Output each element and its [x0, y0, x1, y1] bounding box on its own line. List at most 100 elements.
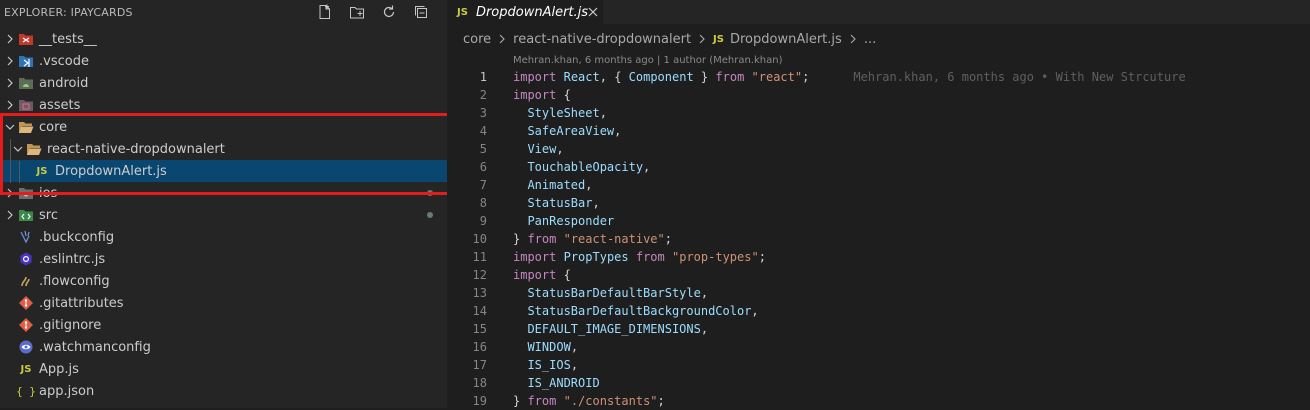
new-folder-button[interactable] [341, 1, 373, 23]
breadcrumb-react-native-dropdownalert[interactable]: react-native-dropdownalert [513, 32, 691, 47]
code-text[interactable]: } from "./constants"; [513, 392, 665, 410]
chevron-right-icon [497, 34, 507, 44]
code-line[interactable]: 14 StatusBarDefaultBackgroundColor, [447, 302, 1310, 320]
tree-item-android[interactable]: android [0, 72, 447, 94]
json-file-icon: { } [16, 384, 36, 398]
line-number: 9 [479, 214, 487, 228]
tab-dropdownalert-js[interactable]: JS DropdownAlert.js [447, 0, 603, 24]
code-line[interactable]: 13 StatusBarDefaultBarStyle, [447, 284, 1310, 302]
code-area[interactable]: 1 import React, { Component } from "react… [447, 68, 1310, 410]
code-line[interactable]: 18 IS_ANDROID [447, 374, 1310, 392]
refresh-button[interactable] [373, 1, 405, 23]
code-line[interactable]: 8 StatusBar, [447, 194, 1310, 212]
code-text[interactable]: import { [513, 266, 571, 284]
code-text[interactable]: import PropTypes from "prop-types"; [513, 248, 766, 266]
tree-item-gitattributes[interactable]: .gitattributes [0, 292, 447, 314]
tree-item-watchmanconfig[interactable]: .watchmanconfig [0, 336, 447, 358]
code-text[interactable]: Animated, [513, 176, 592, 194]
android-folder-icon [18, 75, 34, 91]
code-text[interactable]: IS_IOS, [513, 356, 578, 374]
code-text[interactable]: StyleSheet, [513, 104, 606, 122]
close-icon[interactable] [588, 4, 598, 20]
src-folder-icon [18, 207, 34, 223]
tree-item-label: react-native-dropdownalert [47, 141, 225, 157]
modified-indicator [427, 212, 433, 218]
tree-item-ios[interactable]: ios [0, 182, 447, 204]
code-text[interactable]: StatusBar, [513, 194, 599, 212]
new-file-button[interactable] [309, 1, 341, 23]
file-tree: __tests__ .vscode android assets core re… [0, 28, 447, 402]
code-line[interactable]: 9 PanResponder [447, 212, 1310, 230]
tree-item-react-native-dropdownalert[interactable]: react-native-dropdownalert [0, 138, 447, 160]
eslint-file-icon [18, 251, 34, 267]
tree-item-core[interactable]: core [0, 116, 447, 138]
code-text[interactable]: import { [513, 86, 571, 104]
tree-item-label: app.json [39, 383, 95, 399]
code-text[interactable]: StatusBarDefaultBackgroundColor, [513, 302, 758, 320]
code-line[interactable]: 10} from "react-native"; [447, 230, 1310, 248]
code-text[interactable]: DEFAULT_IMAGE_DIMENSIONS, [513, 320, 708, 338]
chevron-right-icon [2, 31, 18, 47]
tree-item-assets[interactable]: assets [0, 94, 447, 116]
tree-item-label: ios [39, 185, 58, 201]
code-line[interactable]: 17 IS_IOS, [447, 356, 1310, 374]
folder-open-icon [18, 119, 34, 135]
breadcrumb-core[interactable]: core [463, 32, 491, 47]
collapse-all-button[interactable] [405, 1, 437, 23]
tests-folder-icon [18, 31, 34, 47]
line-number: 18 [472, 376, 487, 390]
code-line[interactable]: 7 Animated, [447, 176, 1310, 194]
line-number: 14 [472, 304, 487, 318]
chevron-right-icon [2, 97, 18, 113]
tree-item-dropdownalert-js[interactable]: JS DropdownAlert.js [0, 160, 447, 182]
codelens-blame[interactable]: Mehran.khan, 6 months ago | 1 author (Me… [447, 54, 1310, 68]
vscode-folder-icon [18, 53, 34, 69]
code-text[interactable]: PanResponder [513, 212, 614, 230]
line-number: 11 [472, 250, 487, 264]
code-line[interactable]: 19 } from "./constants"; [447, 392, 1310, 410]
code-line[interactable]: 4 SafeAreaView, [447, 122, 1310, 140]
line-number: 4 [479, 124, 487, 138]
code-line[interactable]: 16 WINDOW, [447, 338, 1310, 356]
code-line[interactable]: 11 import PropTypes from "prop-types"; [447, 248, 1310, 266]
line-number: 5 [479, 142, 487, 156]
code-text[interactable]: View, [513, 140, 563, 158]
code-line[interactable]: 12 import { [447, 266, 1310, 284]
code-text[interactable]: SafeAreaView, [513, 122, 621, 140]
js-file-icon: JS [457, 6, 468, 18]
tree-item-buckconfig[interactable]: .buckconfig [0, 226, 447, 248]
line-number: 16 [472, 340, 487, 354]
tree-item-label: .flowconfig [39, 273, 110, 289]
tree-item-gitignore[interactable]: .gitignore [0, 314, 447, 336]
code-line[interactable]: 3 StyleSheet, [447, 104, 1310, 122]
code-text[interactable]: StatusBarDefaultBarStyle, [513, 284, 708, 302]
code-text[interactable]: IS_ANDROID [513, 374, 599, 392]
code-text[interactable]: TouchableOpacity, [513, 158, 650, 176]
tree-item-label: android [39, 75, 89, 91]
code-text[interactable]: WINDOW, [513, 338, 578, 356]
tree-item-label: .vscode [39, 53, 89, 69]
explorer-actions [309, 1, 437, 23]
code-line[interactable]: 6 TouchableOpacity, [447, 158, 1310, 176]
tree-item-app-js[interactable]: JS App.js [0, 358, 447, 380]
tree-item-label: DropdownAlert.js [55, 163, 167, 179]
tree-item-src[interactable]: src [0, 204, 447, 226]
code-line[interactable]: 2 import { [447, 86, 1310, 104]
tree-item-tests[interactable]: __tests__ [0, 28, 447, 50]
code-text[interactable]: } from "react-native"; [513, 230, 672, 248]
line-number: 3 [479, 106, 487, 120]
refresh-icon [383, 5, 395, 18]
line-number: 19 [472, 394, 487, 408]
breadcrumb-file[interactable]: DropdownAlert.js [730, 32, 842, 47]
code-line[interactable]: 1 import React, { Component } from "react… [447, 68, 1310, 86]
tree-item-eslintrc[interactable]: .eslintrc.js [0, 248, 447, 270]
tree-item-app-json[interactable]: { } app.json [0, 380, 447, 402]
tree-item-vscode[interactable]: .vscode [0, 50, 447, 72]
code-line[interactable]: 5 View, [447, 140, 1310, 158]
code-line[interactable]: 15 DEFAULT_IMAGE_DIMENSIONS, [447, 320, 1310, 338]
chevron-right-icon [2, 75, 18, 91]
code-text[interactable]: import React, { Component } from "react"… [513, 68, 809, 86]
tree-item-label: .eslintrc.js [39, 251, 106, 267]
breadcrumb-symbol[interactable]: ... [864, 32, 876, 47]
tree-item-flowconfig[interactable]: .flowconfig [0, 270, 447, 292]
